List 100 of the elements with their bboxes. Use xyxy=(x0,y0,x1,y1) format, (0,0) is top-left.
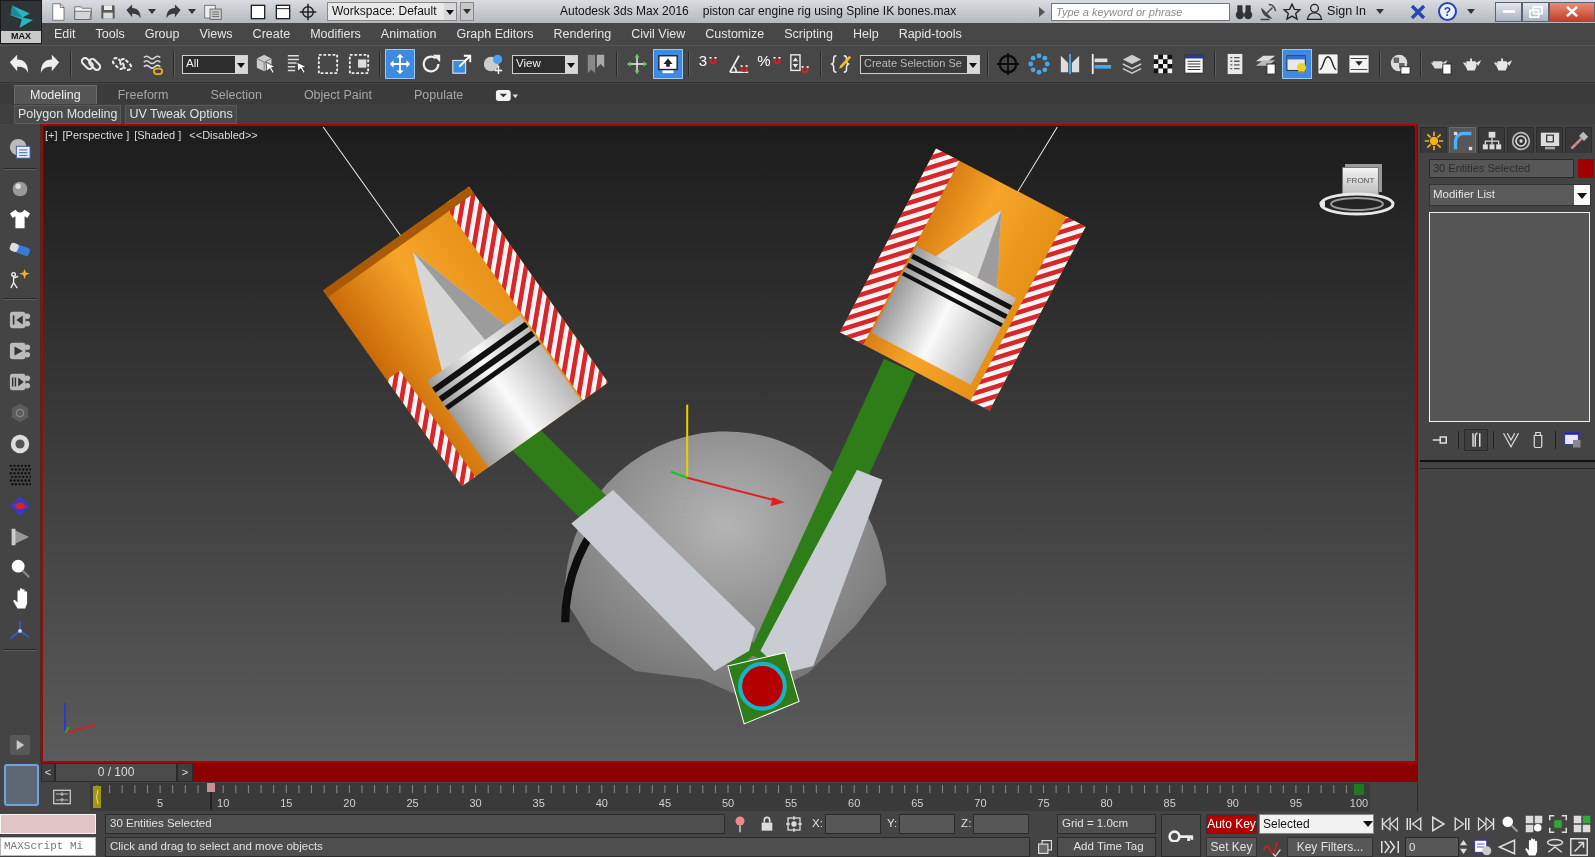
move-tool-button[interactable] xyxy=(385,49,415,79)
selection-info-field: 30 Entities Selected xyxy=(105,814,725,834)
modifier-stack-list[interactable] xyxy=(1429,212,1590,422)
zoom-extents-all-button[interactable] xyxy=(1571,814,1593,834)
percent-snap-button[interactable]: % xyxy=(755,49,785,79)
collapse-search-button[interactable] xyxy=(1039,6,1046,17)
angle-magnet-icon xyxy=(728,53,750,75)
toolbar-options-button[interactable] xyxy=(460,2,474,21)
ribbon-tab[interactable]: Populate xyxy=(392,85,485,104)
time-configuration-button[interactable] xyxy=(1472,837,1494,857)
viewcube-face[interactable]: FRONT xyxy=(1342,167,1379,195)
current-frame-field[interactable]: 0 xyxy=(1405,837,1459,857)
menu-item[interactable]: Tools xyxy=(85,23,135,45)
time-slider-track[interactable]: < 0 / 100 > xyxy=(41,763,1417,782)
previous-frame-button[interactable]: < xyxy=(41,763,55,782)
command-panel-tab[interactable] xyxy=(1478,127,1505,153)
menu-item[interactable]: Graph Editors xyxy=(446,23,544,45)
swatch-icon[interactable] xyxy=(1578,159,1594,178)
key-filters-button[interactable]: Key Filters... xyxy=(1287,837,1373,857)
modifier-list-dropdown[interactable]: Modifier List xyxy=(1429,184,1591,206)
expand-button[interactable] xyxy=(10,735,30,755)
set-key-button[interactable]: Set Key xyxy=(1206,837,1257,857)
rotate-icon xyxy=(420,53,442,75)
ribbon-tab[interactable]: Selection xyxy=(189,85,283,104)
zoom-extents-button[interactable] xyxy=(1547,814,1569,834)
selection-filter-dropdown[interactable]: All xyxy=(182,54,248,74)
key-button[interactable] xyxy=(1161,814,1201,857)
track-bar[interactable]: 5 10 15 20 25 30 35 40 45 50 55 60 65 70 75 80 85 90 95 100 xyxy=(90,783,1370,811)
search-field[interactable]: Type a keyword or phrase xyxy=(1051,2,1231,21)
workspace-dropdown[interactable]: Workspace: Default xyxy=(327,2,457,21)
menu-item[interactable]: Animation xyxy=(370,23,447,45)
perspective-viewport[interactable]: [+] [Perspective ] [Shaded ] <<Disabled>> FRONT xyxy=(41,124,1417,763)
menu-item[interactable]: Scripting xyxy=(774,23,843,45)
favorites-button[interactable] xyxy=(1282,1,1303,22)
field-of-view-button[interactable] xyxy=(1496,837,1518,857)
x-logo-icon xyxy=(1410,3,1426,20)
named-selection-dropdown[interactable]: Create Selection Se xyxy=(860,54,980,74)
skip-to-end-button[interactable] xyxy=(1475,814,1497,834)
close-icon xyxy=(1565,6,1579,17)
keyboard-override-button[interactable] xyxy=(653,49,683,79)
ribbon-toggle-button[interactable] xyxy=(1282,49,1312,79)
listener-output-field[interactable]: MAXScript Mi xyxy=(0,837,96,856)
menu-item[interactable]: Customize xyxy=(695,23,775,45)
ribbon-tab[interactable]: Object Paint xyxy=(282,85,393,104)
menu-item[interactable]: Views xyxy=(189,23,243,45)
menu-item[interactable]: Group xyxy=(134,23,190,45)
key-icon xyxy=(1168,829,1194,842)
snap-toggle-button[interactable]: 3 xyxy=(694,49,724,79)
ribbon-tab[interactable]: Freeform xyxy=(96,85,190,104)
command-panel-tab[interactable] xyxy=(1449,127,1476,153)
maximize-viewport-button[interactable] xyxy=(1568,837,1590,857)
minimize-button[interactable] xyxy=(1495,1,1522,22)
command-panel-tab[interactable] xyxy=(1507,127,1534,153)
viewport-label[interactable]: <<Disabled>> xyxy=(189,129,258,143)
caret-icon xyxy=(148,9,156,14)
menu-item[interactable]: Modifiers xyxy=(300,23,371,45)
communication-center-button[interactable] xyxy=(1258,1,1279,22)
app-menu-button[interactable]: MAX xyxy=(0,0,42,44)
ribbon-panel-button[interactable]: UV Tweak Options xyxy=(125,104,237,124)
menu-item[interactable]: Create xyxy=(242,23,301,45)
crosshair-button[interactable] xyxy=(298,1,318,22)
coordinate-field[interactable] xyxy=(899,814,956,834)
menu-item[interactable]: Rendering xyxy=(543,23,622,45)
coordinate-field[interactable] xyxy=(973,814,1030,834)
viewcube-ring-icon xyxy=(1319,192,1395,216)
help-button[interactable]: ? xyxy=(1438,2,1457,21)
coordinate-field[interactable] xyxy=(824,814,881,834)
time-slider-thumb[interactable]: < 0 / 100 > xyxy=(41,763,193,782)
command-panel-tab[interactable] xyxy=(1420,127,1447,153)
binoculars-icon xyxy=(1235,2,1254,21)
mini-curve-editor-button[interactable] xyxy=(52,787,72,807)
coordinate-system-dropdown[interactable]: View xyxy=(512,54,578,74)
menu-item[interactable]: Help xyxy=(842,23,889,45)
rings-icon xyxy=(1510,130,1531,151)
next-frame-button[interactable]: > xyxy=(177,763,193,782)
curve-graph-icon xyxy=(1317,53,1339,75)
ribbon-tab[interactable]: Modeling xyxy=(14,85,97,104)
skip-to-start-button[interactable] xyxy=(1379,814,1401,834)
command-panel-tab[interactable] xyxy=(1565,127,1592,153)
menu-item[interactable]: Edit xyxy=(44,23,86,45)
close-button[interactable] xyxy=(1549,1,1595,22)
ribbon-panel-button[interactable]: Polygon Modeling xyxy=(14,104,122,124)
checker-sphere-icon xyxy=(1389,53,1411,75)
menu-item[interactable]: Civil View xyxy=(621,23,696,45)
key-set-dropdown[interactable]: Selected xyxy=(1259,814,1374,834)
stack-tool-button[interactable] xyxy=(1464,429,1488,451)
add-time-tag-button[interactable]: Add Time Tag xyxy=(1057,837,1156,857)
viewport-label[interactable]: [Shaded ] xyxy=(134,129,182,143)
viewport-label[interactable]: [Perspective ] xyxy=(62,129,130,143)
caret-icon xyxy=(463,9,471,14)
restore-button[interactable] xyxy=(1522,1,1549,22)
auto-key-button[interactable]: Auto Key xyxy=(1206,814,1257,834)
viewport-label[interactable]: [+] xyxy=(45,129,58,143)
zoom-all-button[interactable] xyxy=(1523,814,1545,834)
command-panel-tab[interactable] xyxy=(1536,127,1563,153)
sign-in-button[interactable]: Sign In xyxy=(1306,1,1366,22)
square-icon xyxy=(250,3,266,20)
menu-item[interactable]: Rapid-tools xyxy=(888,23,972,45)
listener-input-field[interactable] xyxy=(0,814,96,834)
frame-number: 20 xyxy=(343,797,356,811)
